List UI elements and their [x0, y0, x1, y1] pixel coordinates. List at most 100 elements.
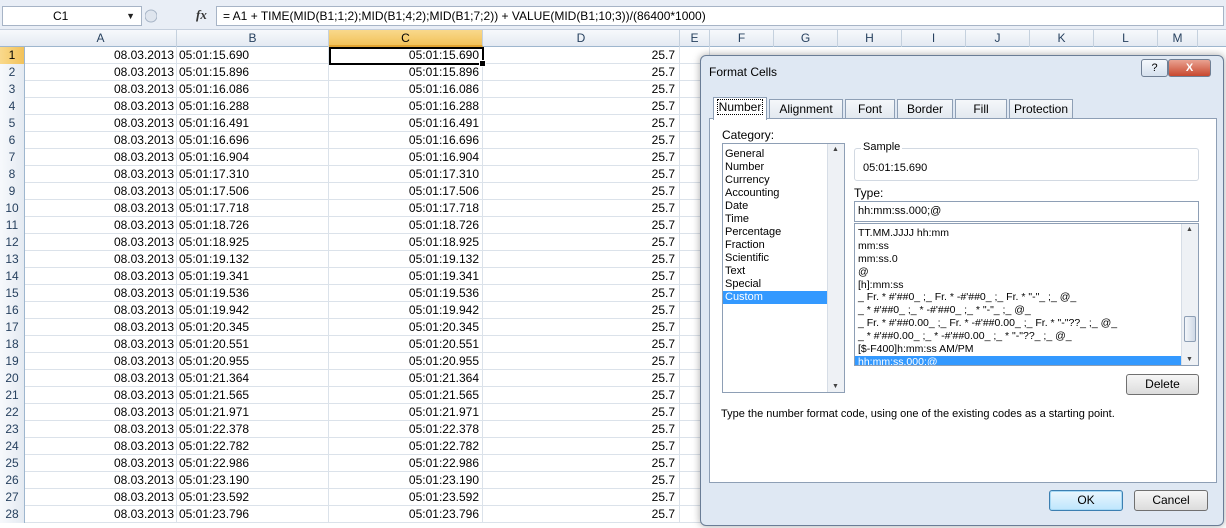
cell-c[interactable]: 05:01:16.904 — [329, 149, 483, 166]
row-header[interactable]: 11 — [0, 217, 25, 234]
cell-b[interactable]: 05:01:18.925 — [177, 234, 329, 251]
tab-border[interactable]: Border — [897, 99, 953, 119]
cell-d[interactable]: 25.7 — [483, 98, 680, 115]
type-list-item[interactable]: TT.MM.JJJJ hh:mm — [855, 227, 1184, 240]
row-header[interactable]: 14 — [0, 268, 25, 285]
cell-c[interactable]: 05:01:19.942 — [329, 302, 483, 319]
cell-a[interactable]: 08.03.2013 — [25, 98, 177, 115]
cell-d[interactable]: 25.7 — [483, 387, 680, 404]
cell-b[interactable]: 05:01:23.796 — [177, 506, 329, 523]
cell-d[interactable]: 25.7 — [483, 234, 680, 251]
cell-c[interactable]: 05:01:16.491 — [329, 115, 483, 132]
scroll-thumb[interactable] — [1184, 316, 1196, 342]
column-header-c[interactable]: C — [329, 30, 483, 47]
cell-a[interactable]: 08.03.2013 — [25, 319, 177, 336]
row-header[interactable]: 19 — [0, 353, 25, 370]
cell-c[interactable]: 05:01:16.696 — [329, 132, 483, 149]
type-input[interactable]: hh:mm:ss.000;@ — [854, 201, 1199, 222]
cell-a[interactable]: 08.03.2013 — [25, 353, 177, 370]
cell-a[interactable]: 08.03.2013 — [25, 268, 177, 285]
column-header-f[interactable]: F — [710, 30, 774, 47]
row-header[interactable]: 5 — [0, 115, 25, 132]
cell-c[interactable]: 05:01:16.086 — [329, 81, 483, 98]
insert-function-icon[interactable]: fx — [196, 7, 207, 23]
cell-c[interactable]: 05:01:17.718 — [329, 200, 483, 217]
cell-a[interactable]: 08.03.2013 — [25, 217, 177, 234]
cell-a[interactable]: 08.03.2013 — [25, 132, 177, 149]
cell-a[interactable]: 08.03.2013 — [25, 285, 177, 302]
cell-d[interactable]: 25.7 — [483, 132, 680, 149]
cell-b[interactable]: 05:01:20.345 — [177, 319, 329, 336]
cell-c[interactable]: 05:01:22.782 — [329, 438, 483, 455]
column-header-k[interactable]: K — [1030, 30, 1094, 47]
cell-c[interactable]: 05:01:20.551 — [329, 336, 483, 353]
column-header-a[interactable]: A — [25, 30, 177, 47]
cell-d[interactable]: 25.7 — [483, 285, 680, 302]
tab-protection[interactable]: Protection — [1009, 99, 1073, 119]
cell-b[interactable]: 05:01:19.536 — [177, 285, 329, 302]
cell-b[interactable]: 05:01:16.696 — [177, 132, 329, 149]
cell-d[interactable]: 25.7 — [483, 268, 680, 285]
category-item-time[interactable]: Time — [723, 213, 827, 226]
cell-b[interactable]: 05:01:16.904 — [177, 149, 329, 166]
cell-a[interactable]: 08.03.2013 — [25, 64, 177, 81]
cell-a[interactable]: 08.03.2013 — [25, 183, 177, 200]
column-header-h[interactable]: H — [838, 30, 902, 47]
cell-c[interactable]: 05:01:18.925 — [329, 234, 483, 251]
cell-c[interactable]: 05:01:23.190 — [329, 472, 483, 489]
cell-a[interactable]: 08.03.2013 — [25, 472, 177, 489]
type-list-item[interactable]: _ Fr. * #'##0.00_ ;_ Fr. * -#'##0.00_ ;_… — [855, 317, 1184, 330]
cell-c[interactable]: 05:01:18.726 — [329, 217, 483, 234]
cell-c[interactable]: 05:01:23.592 — [329, 489, 483, 506]
type-list-item[interactable]: [h]:mm:ss — [855, 279, 1184, 292]
row-header[interactable]: 13 — [0, 251, 25, 268]
cell-b[interactable]: 05:01:17.506 — [177, 183, 329, 200]
type-list-item[interactable]: _ * #'##0.00_ ;_ * -#'##0.00_ ;_ * "-"??… — [855, 330, 1184, 343]
cell-c[interactable]: 05:01:19.536 — [329, 285, 483, 302]
cell-c[interactable]: 05:01:21.971 — [329, 404, 483, 421]
cell-b[interactable]: 05:01:21.565 — [177, 387, 329, 404]
cell-d[interactable]: 25.7 — [483, 302, 680, 319]
row-header[interactable]: 12 — [0, 234, 25, 251]
cell-d[interactable]: 25.7 — [483, 47, 680, 64]
column-header-l[interactable]: L — [1094, 30, 1158, 47]
category-item-fraction[interactable]: Fraction — [723, 239, 827, 252]
row-header[interactable]: 3 — [0, 81, 25, 98]
column-header-m[interactable]: M — [1158, 30, 1198, 47]
cell-d[interactable]: 25.7 — [483, 404, 680, 421]
cell-d[interactable]: 25.7 — [483, 81, 680, 98]
cell-b[interactable]: 05:01:19.341 — [177, 268, 329, 285]
category-item-currency[interactable]: Currency — [723, 174, 827, 187]
category-item-general[interactable]: General — [723, 148, 827, 161]
cell-b[interactable]: 05:01:17.718 — [177, 200, 329, 217]
cell-b[interactable]: 05:01:15.896 — [177, 64, 329, 81]
tab-fill[interactable]: Fill — [955, 99, 1007, 119]
row-header[interactable]: 20 — [0, 370, 25, 387]
type-list[interactable]: TT.MM.JJJJ hh:mm mm:ss mm:ss.0 @ [h]:mm:ss _ … — [854, 223, 1199, 366]
type-list-item[interactable]: hh:mm:ss.000;@ — [855, 355, 1184, 365]
cell-b[interactable]: 05:01:19.942 — [177, 302, 329, 319]
cell-d[interactable]: 25.7 — [483, 489, 680, 506]
row-header[interactable]: 9 — [0, 183, 25, 200]
category-scrollbar[interactable]: ▲ ▼ — [827, 144, 844, 392]
column-header-j[interactable]: J — [966, 30, 1030, 47]
cell-b[interactable]: 05:01:21.971 — [177, 404, 329, 421]
cell-d[interactable]: 25.7 — [483, 438, 680, 455]
scroll-up-icon[interactable]: ▲ — [1186, 226, 1193, 233]
category-item-text[interactable]: Text — [723, 265, 827, 278]
cell-a[interactable]: 08.03.2013 — [25, 166, 177, 183]
cell-a[interactable]: 08.03.2013 — [25, 387, 177, 404]
row-header[interactable]: 18 — [0, 336, 25, 353]
column-header-g[interactable]: G — [774, 30, 838, 47]
type-list-item[interactable]: _ Fr. * #'##0_ ;_ Fr. * -#'##0_ ;_ Fr. *… — [855, 291, 1184, 304]
row-header[interactable]: 16 — [0, 302, 25, 319]
cell-a[interactable]: 08.03.2013 — [25, 370, 177, 387]
formula-bar-splitter[interactable] — [145, 7, 157, 25]
row-header[interactable]: 15 — [0, 285, 25, 302]
cell-c[interactable]: 05:01:15.896 — [329, 64, 483, 81]
cell-c[interactable]: 05:01:19.341 — [329, 268, 483, 285]
category-item-scientific[interactable]: Scientific — [723, 252, 827, 265]
cell-d[interactable]: 25.7 — [483, 506, 680, 523]
column-header-e[interactable]: E — [680, 30, 710, 47]
row-header[interactable]: 10 — [0, 200, 25, 217]
